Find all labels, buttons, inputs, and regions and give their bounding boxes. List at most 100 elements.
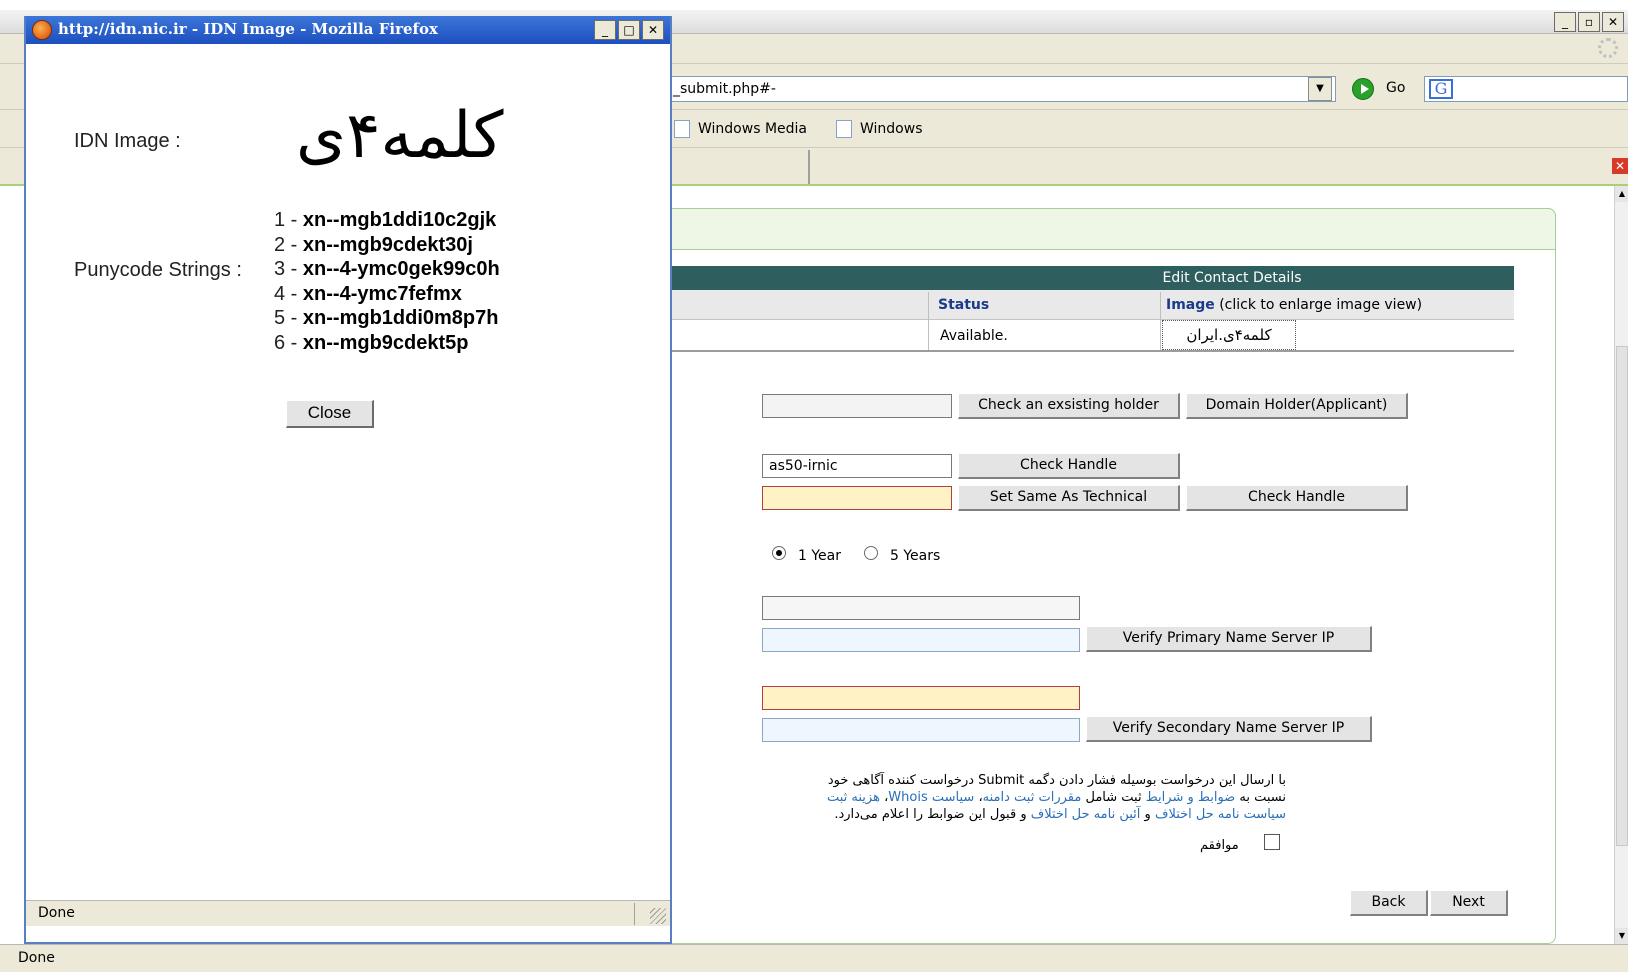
punycode-number: 5 - (274, 307, 303, 329)
terms-text-fragment: و قبول این ضوابط را اعلام می‌دارد. (834, 807, 1027, 822)
address-dropdown-button[interactable]: ▼ (1308, 77, 1332, 101)
image-column-header: Image (click to enlarge image view) (1166, 297, 1422, 313)
desktop-screen: _ ▫ ✕ _submit.php#- ▼ Go G Windows Media… (0, 0, 1628, 972)
table-row (620, 320, 1514, 352)
punycode-string: xn--mgb1ddi10c2gjk (302, 209, 497, 231)
terms-link[interactable]: ضوابط و شرایط (1146, 790, 1236, 805)
popup-status-text: Done (38, 905, 75, 921)
popup-minimize-button[interactable]: _ (594, 20, 616, 40)
tab-close-icon[interactable]: ✕ (1612, 158, 1628, 174)
punycode-item: 3 - xn--4-ymc0gek99c0h (274, 257, 500, 282)
terms-link[interactable]: هزینه ثبت (827, 790, 880, 805)
domain-holder-button[interactable]: Domain Holder(Applicant) (1186, 393, 1408, 419)
popup-titlebar[interactable]: http://idn.nic.ir - IDN Image - Mozilla … (26, 16, 670, 44)
terms-link[interactable]: مقررات ثبت دامنه (983, 790, 1082, 805)
punycode-item: 2 - xn--mgb9cdekt30j (274, 233, 500, 258)
popup-close-button[interactable]: ✕ (642, 20, 664, 40)
terms-link[interactable]: سیاست نامه حل اختلاف (1155, 807, 1286, 822)
image-column-note: (click to enlarge image view) (1219, 297, 1423, 313)
punycode-item: 4 - xn--4-ymc7fefmx (274, 282, 500, 307)
popup-title: http://idn.nic.ir - IDN Image - Mozilla … (58, 20, 438, 38)
terms-text-fragment: ثبت شامل (1085, 790, 1142, 805)
firefox-icon (32, 20, 52, 40)
contact-table-header: Edit Contact Details (620, 266, 1514, 290)
main-status-bar: Done (0, 944, 1628, 972)
main-status-text: Done (18, 950, 55, 966)
next-button[interactable]: Next (1430, 890, 1508, 916)
holder-handle-input[interactable] (762, 394, 952, 418)
secondary-ns-name-input[interactable] (762, 686, 1080, 710)
main-window-controls: _ ▫ ✕ (1554, 12, 1624, 32)
punycode-number: 4 - (274, 282, 303, 305)
primary-ns-name-input[interactable] (762, 596, 1080, 620)
check-technical-handle-button[interactable]: Check Handle (958, 453, 1180, 479)
terms-line-2: نسبت به ضوابط و شرایط ثبت شامل مقررات ثب… (620, 789, 1286, 806)
period-5-years-radio[interactable] (864, 546, 878, 560)
search-input[interactable]: G (1424, 76, 1628, 102)
scroll-down-icon[interactable]: ▼ (1615, 928, 1628, 944)
punycode-item: 1 - xn--mgb1ddi10c2gjk (274, 208, 500, 233)
punycode-string: xn--4-ymc7fefmx (302, 282, 462, 305)
address-bar[interactable]: _submit.php#- (668, 76, 1336, 102)
resize-grip-icon[interactable] (650, 908, 666, 924)
technical-handle-input[interactable]: as50-irnic (762, 454, 952, 478)
punycode-number: 1 - (274, 209, 303, 231)
popup-window-controls: _ □ ✕ (594, 20, 664, 40)
punycode-item: 6 - xn--mgb9cdekt5p (274, 331, 500, 356)
check-admin-handle-button[interactable]: Check Handle (1186, 485, 1408, 511)
terms-text-fragment: و (1144, 807, 1151, 822)
period-1-year-radio[interactable] (772, 546, 786, 560)
terms-line-3: سیاست نامه حل اختلاف و آئین نامه حل اختل… (620, 806, 1286, 823)
back-button[interactable]: Back (1350, 890, 1428, 916)
page-icon (836, 120, 852, 138)
popup-maximize-button[interactable]: □ (618, 20, 640, 40)
terms-link[interactable]: سیاست Whois (888, 790, 974, 805)
bookmark-label: Windows Media (698, 121, 807, 137)
status-separator (634, 903, 635, 925)
primary-ns-ip-input[interactable] (762, 628, 1080, 652)
punycode-string: xn--mgb1ddi0m8p7h (302, 307, 499, 329)
agree-checkbox[interactable] (1264, 834, 1280, 850)
punycode-string: xn--mgb9cdekt5p (302, 331, 469, 354)
admin-handle-input[interactable] (762, 486, 952, 510)
punycode-label: Punycode Strings : (74, 259, 242, 281)
go-icon[interactable] (1352, 78, 1374, 100)
idn-image-popup-window: http://idn.nic.ir - IDN Image - Mozilla … (24, 16, 672, 944)
page-icon (674, 120, 690, 138)
verify-primary-ns-button[interactable]: Verify Primary Name Server IP (1086, 626, 1372, 652)
verify-secondary-ns-button[interactable]: Verify Secondary Name Server IP (1086, 716, 1372, 742)
punycode-number: 2 - (274, 233, 303, 256)
content-panel-header (620, 208, 1556, 250)
punycode-list: 1 - xn--mgb1ddi10c2gjk 2 - xn--mgb9cdekt… (274, 208, 500, 355)
bookmark-windows-media[interactable]: Windows Media (674, 120, 807, 138)
tab-divider (808, 150, 810, 184)
go-label[interactable]: Go (1386, 80, 1405, 96)
agree-label: موافقم (1200, 838, 1239, 853)
minimize-button[interactable]: _ (1554, 12, 1576, 32)
idn-image-thumbnail[interactable]: کلمه۴ی.ایران (1162, 320, 1296, 350)
secondary-ns-ip-input[interactable] (762, 718, 1080, 742)
check-existing-holder-button[interactable]: Check an exsisting holder (958, 393, 1180, 419)
punycode-number: 6 - (274, 331, 303, 354)
close-window-button[interactable]: ✕ (1602, 12, 1624, 32)
restore-button[interactable]: ▫ (1578, 12, 1600, 32)
status-value: Available. (940, 328, 1008, 344)
throbber-icon (1598, 38, 1618, 58)
status-column-header: Status (938, 297, 990, 313)
terms-text: با ارسال این درخواست بوسیله فشار دادن دگ… (620, 772, 1286, 823)
punycode-string: xn--4-ymc0gek99c0h (302, 258, 500, 280)
period-1-year-label: 1 Year (798, 548, 841, 564)
punycode-string: xn--mgb9cdekt30j (302, 233, 473, 256)
terms-text-fragment: نسبت به (1239, 790, 1286, 805)
vertical-scrollbar[interactable]: ▲ ▼ (1614, 186, 1628, 944)
bookmark-label: Windows (860, 121, 923, 137)
scroll-up-icon[interactable]: ▲ (1615, 186, 1628, 202)
set-same-as-technical-button[interactable]: Set Same As Technical (958, 485, 1180, 511)
terms-line-1: با ارسال این درخواست بوسیله فشار دادن دگ… (827, 773, 1286, 788)
period-5-years-label: 5 Years (890, 548, 941, 564)
terms-link[interactable]: آئین نامه حل اختلاف (1031, 807, 1141, 822)
scroll-thumb[interactable] (1616, 346, 1628, 846)
punycode-number: 3 - (274, 258, 303, 280)
close-button[interactable]: Close (286, 400, 374, 428)
bookmark-windows[interactable]: Windows (836, 120, 923, 138)
